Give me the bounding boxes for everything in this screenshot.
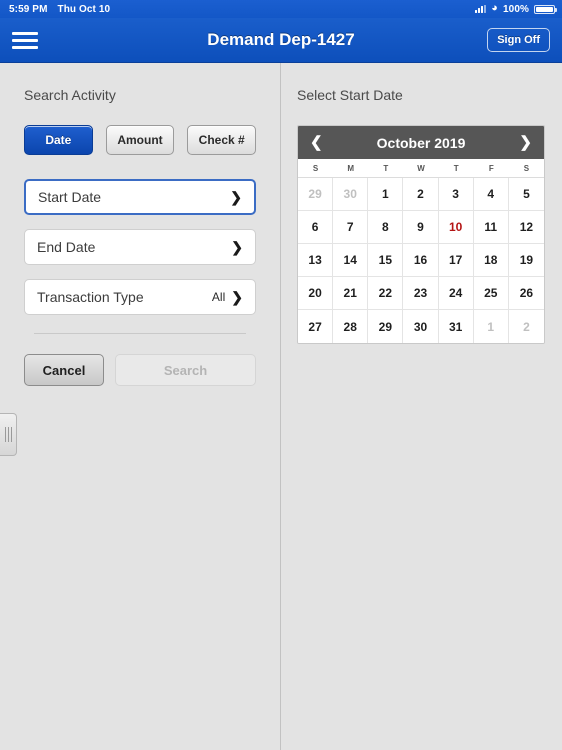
calendar-day-cell[interactable]: 28 bbox=[333, 310, 369, 343]
battery-icon bbox=[534, 4, 557, 14]
calendar-day-cell[interactable]: 13 bbox=[298, 244, 334, 277]
search-button[interactable]: Search bbox=[115, 354, 256, 386]
status-bar-date: Thu Oct 10 bbox=[57, 3, 111, 15]
chevron-right-icon: ❯ bbox=[230, 189, 242, 205]
calendar-day-cell[interactable]: 25 bbox=[473, 277, 509, 310]
segment-check-number-button[interactable]: Check # bbox=[187, 125, 257, 155]
page-title: Demand Dep-1427 bbox=[207, 30, 355, 49]
calendar-day-cell[interactable]: 2 bbox=[403, 178, 439, 211]
start-date-field[interactable]: Start Date ❯ bbox=[24, 179, 256, 215]
calendar-day-cell[interactable]: 22 bbox=[368, 277, 404, 310]
calendar-weekday-3: W bbox=[417, 164, 425, 173]
calendar-weekday-6: S bbox=[523, 164, 530, 173]
sign-off-button[interactable]: Sign Off bbox=[487, 28, 550, 52]
calendar-day-cell[interactable]: 29 bbox=[298, 178, 334, 211]
calendar-day-cell[interactable]: 18 bbox=[473, 244, 509, 277]
calendar-weekday-2: T bbox=[383, 164, 389, 173]
calendar-day-cell[interactable]: 2 bbox=[508, 310, 544, 343]
start-date-label: Start Date bbox=[38, 189, 102, 205]
segment-date-button[interactable]: Date bbox=[24, 125, 93, 155]
calendar-day-cell[interactable]: 1 bbox=[368, 178, 404, 211]
calendar-day-cell[interactable]: 15 bbox=[368, 244, 404, 277]
chevron-left-icon[interactable]: ❮ bbox=[310, 135, 323, 150]
transaction-type-value: All bbox=[211, 290, 226, 304]
calendar-weekday-header: SMTWTFS bbox=[298, 159, 544, 178]
section-divider bbox=[34, 333, 246, 334]
calendar-day-cell[interactable]: 23 bbox=[403, 277, 439, 310]
select-start-date-title: Select Start Date bbox=[297, 87, 403, 103]
calendar-day-cell[interactable]: 8 bbox=[368, 211, 404, 244]
status-bar-time: 5:59 PM bbox=[9, 3, 48, 15]
status-bar: 5:59 PM Thu Oct 10 ◕ 100% bbox=[0, 0, 562, 18]
calendar-day-cell[interactable]: 12 bbox=[508, 211, 544, 244]
calendar-day-cell[interactable]: 21 bbox=[333, 277, 369, 310]
calendar-weekday-5: F bbox=[488, 164, 494, 173]
calendar-header: ❮ October 2019 ❯ bbox=[298, 126, 544, 159]
segment-amount-button[interactable]: Amount bbox=[105, 125, 175, 155]
calendar-day-cell[interactable]: 16 bbox=[403, 244, 439, 277]
calendar-day-cell[interactable]: 14 bbox=[333, 244, 369, 277]
calendar-day-cell[interactable]: 11 bbox=[473, 211, 509, 244]
navigation-bar: Demand Dep-1427 Sign Off bbox=[0, 18, 562, 63]
transaction-type-label: Transaction Type bbox=[37, 289, 144, 305]
search-activity-panel: Search Activity Date Amount Check # Star… bbox=[0, 63, 281, 750]
calendar-day-cell[interactable]: 6 bbox=[298, 211, 334, 244]
calendar-day-cell[interactable]: 26 bbox=[508, 277, 544, 310]
calendar-day-cell[interactable]: 31 bbox=[438, 310, 474, 343]
transaction-type-field[interactable]: Transaction Type All ❯ bbox=[24, 279, 256, 315]
chevron-right-icon[interactable]: ❯ bbox=[519, 135, 532, 150]
cancel-button[interactable]: Cancel bbox=[24, 354, 104, 386]
chevron-right-icon: ❯ bbox=[231, 239, 243, 255]
calendar-weekday-1: M bbox=[347, 164, 355, 173]
action-buttons: Cancel Search bbox=[24, 354, 256, 386]
wifi-icon: ◕ bbox=[491, 1, 499, 14]
calendar-day-grid: 29 30 1 2 3 4 5 6 7 8 9 10 11 12 13 14 15 16 17 18 19 20 21 22 2… bbox=[298, 178, 544, 343]
calendar-day-cell[interactable]: 30 bbox=[333, 178, 369, 211]
calendar-month-label: October 2019 bbox=[376, 134, 466, 151]
calendar-day-cell[interactable]: 10 bbox=[438, 211, 474, 244]
end-date-field[interactable]: End Date ❯ bbox=[24, 229, 256, 265]
content-area: Search Activity Date Amount Check # Star… bbox=[0, 63, 562, 750]
calendar-day-cell[interactable]: 24 bbox=[438, 277, 474, 310]
calendar-day-cell[interactable]: 19 bbox=[508, 244, 544, 277]
calendar-day-cell[interactable]: 1 bbox=[473, 310, 509, 343]
chevron-right-icon: ❯ bbox=[231, 289, 243, 305]
calendar-weekday-0: S bbox=[312, 164, 319, 173]
calendar-day-cell[interactable]: 3 bbox=[438, 178, 474, 211]
search-type-segmented-control: Date Amount Check # bbox=[24, 125, 257, 155]
select-start-date-panel: Select Start Date ❮ October 2019 ❯ S M T W T… bbox=[281, 63, 562, 750]
calendar-day-cell[interactable]: 5 bbox=[508, 178, 544, 211]
calendar-day-cell[interactable]: 27 bbox=[298, 310, 334, 343]
drag-handle-icon[interactable] bbox=[0, 413, 17, 456]
calendar-day-cell[interactable]: 17 bbox=[438, 244, 474, 277]
calendar-day-cell[interactable]: 30 bbox=[403, 310, 439, 343]
calendar-day-cell[interactable]: 4 bbox=[473, 178, 509, 211]
calendar-widget: ❮ October 2019 ❯ SMTWTFS 29 30 1 2 3 4 5 6 7 8 9 10… bbox=[297, 125, 545, 344]
battery-percent-label: 100% bbox=[503, 3, 529, 15]
calendar-weekday-4: T bbox=[453, 164, 459, 173]
calendar-day-cell[interactable]: 20 bbox=[298, 277, 334, 310]
search-activity-title: Search Activity bbox=[24, 87, 116, 103]
end-date-label: End Date bbox=[37, 239, 96, 255]
calendar-day-cell[interactable]: 7 bbox=[333, 211, 369, 244]
calendar-day-cell[interactable]: 9 bbox=[403, 211, 439, 244]
hamburger-menu-icon[interactable] bbox=[12, 31, 38, 49]
calendar-day-cell[interactable]: 29 bbox=[368, 310, 404, 343]
cellular-signal-icon bbox=[475, 5, 487, 13]
